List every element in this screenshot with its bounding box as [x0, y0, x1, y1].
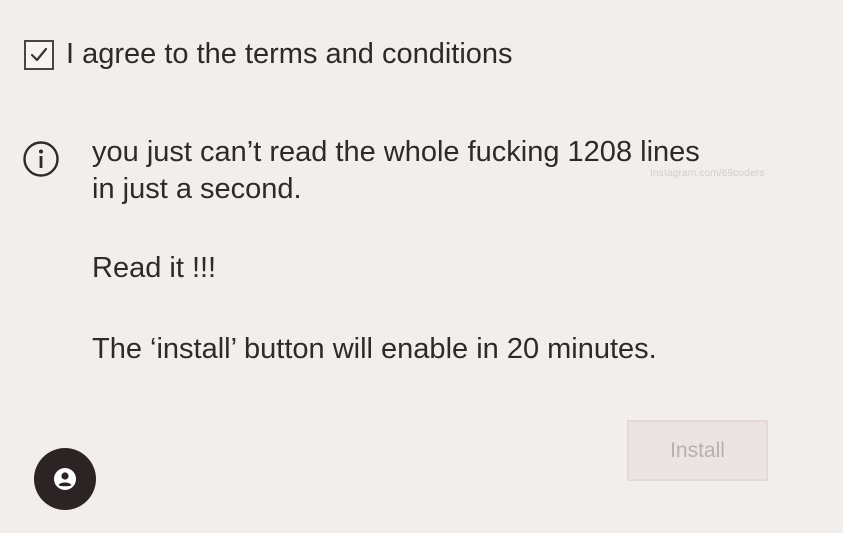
user-icon: [54, 468, 76, 490]
info-icon: [23, 141, 59, 177]
watermark: Instagram.com/69coders: [650, 168, 765, 179]
read-it-text: Read it !!!: [92, 252, 217, 284]
install-dialog: I agree to the terms and conditions you …: [0, 0, 843, 533]
terms-checkbox[interactable]: [24, 39, 54, 70]
checkmark-icon: [30, 47, 48, 61]
install-notice-text: The ‘install’ button will enable in 20 m…: [92, 333, 657, 365]
terms-label[interactable]: I agree to the terms and conditions: [66, 38, 513, 71]
info-message-line1: you just can’t read the whole fucking 12…: [92, 136, 700, 168]
avatar[interactable]: [34, 448, 96, 510]
info-message-line2: in just a second.: [92, 173, 302, 205]
terms-agreement-row[interactable]: I agree to the terms and conditions: [24, 38, 513, 71]
install-button[interactable]: Install: [627, 420, 768, 481]
